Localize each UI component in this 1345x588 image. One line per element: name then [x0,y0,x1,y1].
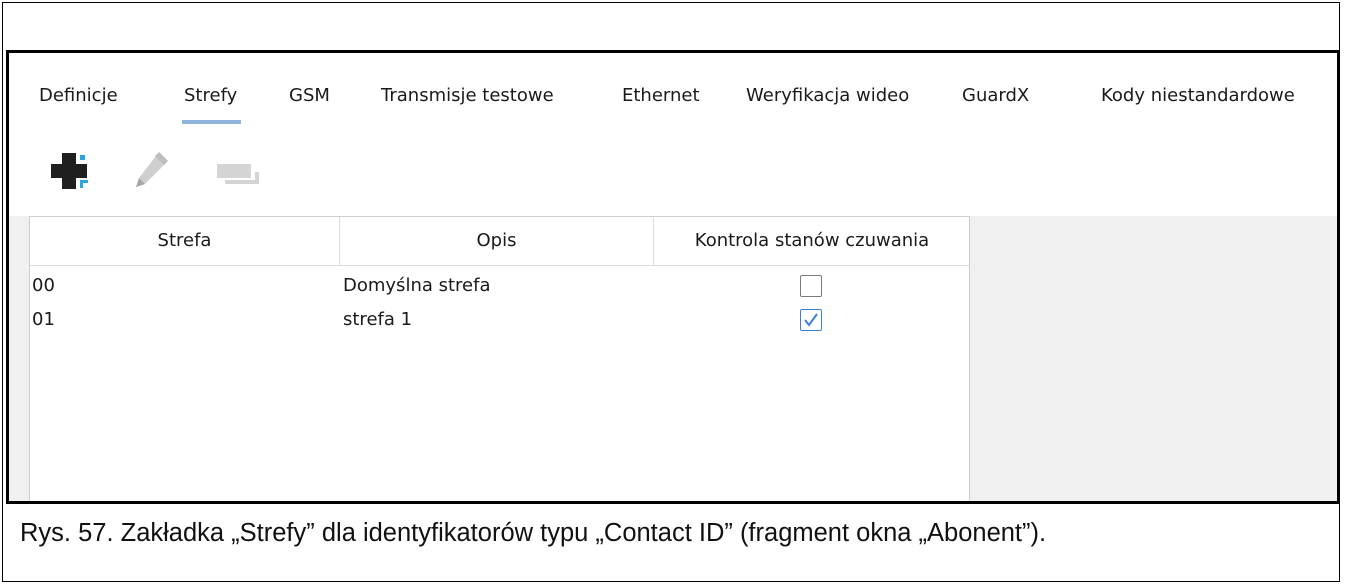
column-header-strefa[interactable]: Strefa [30,217,340,265]
tab-ethernet[interactable]: Ethernet [622,83,700,124]
remove-icon [217,164,259,184]
cell-opis: Domyślna strefa [343,275,491,296]
table-header: Strefa Opis Kontrola stanów czuwania [30,217,969,266]
edit-button[interactable] [133,149,173,195]
column-header-kontrola[interactable]: Kontrola stanów czuwania [654,217,970,265]
tab-bar: Definicje Strefy GSM Transmisje testowe … [9,53,1337,125]
checkmark-icon [804,313,818,327]
table-row[interactable]: 00 Domyślna strefa [30,269,969,303]
zones-table: Strefa Opis Kontrola stanów czuwania 00 … [29,216,970,501]
kontrola-checkbox[interactable] [800,275,822,297]
delete-button[interactable] [217,164,261,192]
tab-gsm[interactable]: GSM [289,83,330,124]
pencil-icon [136,152,168,187]
plus-add-icon [51,153,88,189]
cell-strefa: 01 [32,309,55,330]
tab-kody-niestandardowe[interactable]: Kody niestandardowe [1101,83,1295,124]
tab-guardx[interactable]: GuardX [962,83,1029,124]
add-button[interactable] [51,151,89,195]
tab-weryfikacja-wideo[interactable]: Weryfikacja wideo [746,83,909,124]
kontrola-checkbox[interactable] [800,309,822,331]
toolbar [9,124,1337,216]
tab-definicje[interactable]: Definicje [39,83,118,124]
tab-transmisje-testowe[interactable]: Transmisje testowe [381,83,554,124]
tab-strefy[interactable]: Strefy [181,83,242,124]
column-header-opis[interactable]: Opis [340,217,654,265]
figure-caption: Rys. 57. Zakładka „Strefy” dla identyfik… [20,519,1047,547]
cell-opis: strefa 1 [343,309,413,330]
table-row[interactable]: 01 strefa 1 [30,303,969,337]
abonent-window-fragment: Definicje Strefy GSM Transmisje testowe … [6,50,1340,504]
cell-strefa: 00 [32,275,55,296]
